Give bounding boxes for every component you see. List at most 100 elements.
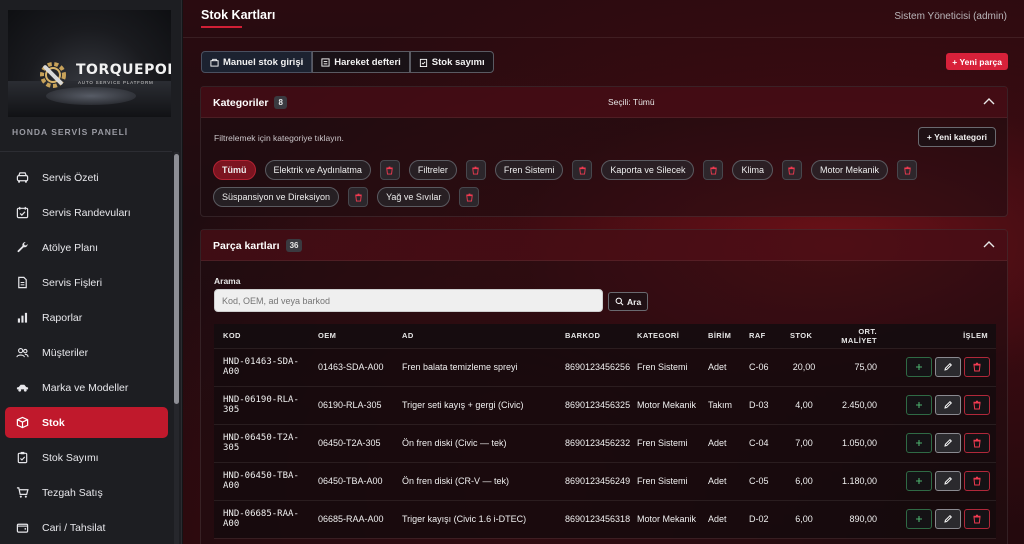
column-header-stok[interactable]: STOK	[781, 324, 818, 349]
categories-hint: Filtrelemek için kategoriye tıklayın.	[214, 133, 344, 143]
table-row[interactable]: HND-06450-TBA-A00 06450-TBA-A00 Ön fren …	[214, 462, 996, 501]
category-chip-row: Süspansiyon ve Direksiyon Yağ ve Sıvılar	[213, 186, 1003, 208]
brand-logo: TORQUEPORT AUTO SERVICE PLATFORM	[8, 10, 171, 117]
sidebar-scrollbar[interactable]	[174, 152, 179, 544]
delete-part-button[interactable]	[964, 471, 990, 491]
sidebar-item-servis-ozeti[interactable]: Servis Özeti	[5, 162, 168, 193]
column-header-ad[interactable]: AD	[393, 324, 556, 349]
sidebar-item-label: Servis Özeti	[42, 171, 99, 184]
sidebar-item-tezgah-satis[interactable]: Tezgah Satış	[5, 477, 168, 508]
search-button[interactable]: Ara	[608, 292, 649, 311]
cell-stok: 6,00	[781, 462, 818, 501]
categories-count-badge: 8	[274, 96, 287, 109]
row-actions	[894, 357, 996, 377]
trash-icon	[973, 476, 981, 486]
add-stock-button[interactable]	[906, 433, 932, 453]
pencil-icon	[944, 476, 953, 485]
pencil-icon	[944, 362, 953, 371]
delete-category-button[interactable]	[703, 160, 724, 180]
sidebar-item-servis-fisleri[interactable]: Servis Fişleri	[5, 267, 168, 298]
category-chip[interactable]: Yağ ve Sıvılar	[377, 187, 451, 207]
sidebar-scrollbar-thumb[interactable]	[174, 154, 179, 404]
category-chip[interactable]: Fren Sistemi	[494, 160, 564, 180]
add-stock-button[interactable]	[906, 395, 932, 415]
parts-count-badge: 36	[285, 239, 303, 252]
add-stock-button[interactable]	[906, 471, 932, 491]
parts-table: KOD OEM AD BARKOD KATEGORİ BİRİM RAF STO…	[214, 324, 996, 539]
sidebar-item-stok[interactable]: Stok	[5, 407, 168, 438]
delete-part-button[interactable]	[964, 433, 990, 453]
column-header-kategori[interactable]: KATEGORİ	[628, 324, 699, 349]
category-chip[interactable]: Motor Mekanik	[810, 160, 888, 180]
sidebar-item-raporlar[interactable]: Raporlar	[5, 302, 168, 333]
sidebar-item-cari-tahsilat[interactable]: Cari / Tahsilat	[5, 512, 168, 543]
edit-part-button[interactable]	[935, 433, 961, 453]
table-row[interactable]: HND-01463-SDA-A00 01463-SDA-A00 Fren bal…	[214, 348, 996, 387]
sidebar-item-servis-randevulari[interactable]: Servis Randevuları	[5, 197, 168, 228]
sidebar-item-label: Cari / Tahsilat	[42, 521, 106, 534]
manual-entry-button[interactable]: Manuel stok girişi	[201, 51, 313, 73]
edit-part-button[interactable]	[935, 509, 961, 529]
delete-category-button[interactable]	[465, 160, 486, 180]
column-header-barkod[interactable]: BARKOD	[556, 324, 628, 349]
ledger-button[interactable]: Hareket defteri	[312, 51, 410, 73]
delete-category-button[interactable]	[781, 160, 802, 180]
sidebar-item-marka-modeller[interactable]: Marka ve Modeller	[5, 372, 168, 403]
delete-category-button[interactable]	[379, 160, 400, 180]
sidebar-item-label: Raporlar	[42, 311, 83, 324]
category-chip[interactable]: Filtreler	[408, 160, 457, 180]
clipboard-check-icon	[17, 451, 28, 464]
new-category-button[interactable]: + Yeni kategori	[917, 127, 996, 147]
column-header-raf[interactable]: RAF	[740, 324, 781, 349]
column-header-oem[interactable]: OEM	[309, 324, 393, 349]
delete-category-button[interactable]	[348, 187, 369, 207]
parts-card-header[interactable]: Parça kartları 36	[201, 230, 1007, 261]
category-chip[interactable]: Elektrik ve Aydınlatma	[264, 160, 371, 180]
trash-icon	[973, 362, 981, 372]
chevron-up-icon[interactable]	[983, 239, 995, 249]
edit-part-button[interactable]	[935, 471, 961, 491]
category-chip[interactable]: Klima	[732, 160, 773, 180]
column-header-kod[interactable]: KOD	[214, 324, 309, 349]
brand-subtitle: AUTO SERVICE PLATFORM	[78, 80, 154, 85]
category-chip[interactable]: Kaporta ve Silecek	[601, 160, 695, 180]
sidebar-item-atolye-plani[interactable]: Atölye Planı	[5, 232, 168, 263]
sidebar-item-stok-sayimi[interactable]: Stok Sayımı	[5, 442, 168, 473]
delete-part-button[interactable]	[964, 395, 990, 415]
delete-category-button[interactable]	[572, 160, 593, 180]
stock-toolbar: Manuel stok girişi Hareket defteri Stok …	[201, 51, 494, 73]
cell-actions	[885, 462, 996, 501]
trash-icon	[973, 438, 981, 448]
sidebar-item-musteriler[interactable]: Müşteriler	[5, 337, 168, 368]
chevron-up-icon[interactable]	[983, 96, 995, 106]
add-stock-button[interactable]	[906, 357, 932, 377]
search-input[interactable]	[214, 289, 603, 312]
current-user-label[interactable]: Sistem Yöneticisi (admin)	[894, 11, 1007, 22]
plus-icon	[916, 440, 922, 446]
sidebar-item-label: Servis Randevuları	[42, 206, 131, 219]
category-chip-all[interactable]: Tümü	[213, 160, 256, 180]
cell-birim: Adet	[699, 348, 740, 387]
table-row[interactable]: HND-06190-RLA-305 06190-RLA-305 Triger s…	[214, 386, 996, 425]
edit-part-button[interactable]	[935, 395, 961, 415]
delete-category-button[interactable]	[459, 187, 480, 207]
delete-part-button[interactable]	[964, 357, 990, 377]
categories-card-header[interactable]: Kategoriler 8 Seçili: Tümü	[201, 87, 1007, 118]
add-stock-button[interactable]	[906, 509, 932, 529]
table-row[interactable]: HND-06450-T2A-305 06450-T2A-305 Ön fren …	[214, 424, 996, 463]
edit-part-button[interactable]	[935, 357, 961, 377]
cell-stok: 4,00	[781, 386, 818, 425]
main-content: Stok Kartları Sistem Yöneticisi (admin) …	[183, 0, 1024, 544]
column-header-birim[interactable]: BİRİM	[699, 324, 740, 349]
bar-chart-icon	[17, 312, 28, 323]
category-chip[interactable]: Süspansiyon ve Direksiyon	[213, 187, 340, 207]
cell-raf: C-05	[740, 462, 781, 501]
cell-raf: C-06	[740, 348, 781, 387]
delete-category-button[interactable]	[897, 160, 917, 180]
stock-count-button[interactable]: Stok sayımı	[409, 51, 494, 73]
calendar-check-icon	[16, 206, 29, 219]
delete-part-button[interactable]	[964, 509, 990, 529]
table-row[interactable]: HND-06685-RAA-A00 06685-RAA-A00 Triger k…	[214, 500, 996, 539]
new-part-button[interactable]: + Yeni parça	[946, 53, 1008, 70]
column-header-ort-maliyet[interactable]: ORT. MALİYET	[818, 324, 885, 349]
